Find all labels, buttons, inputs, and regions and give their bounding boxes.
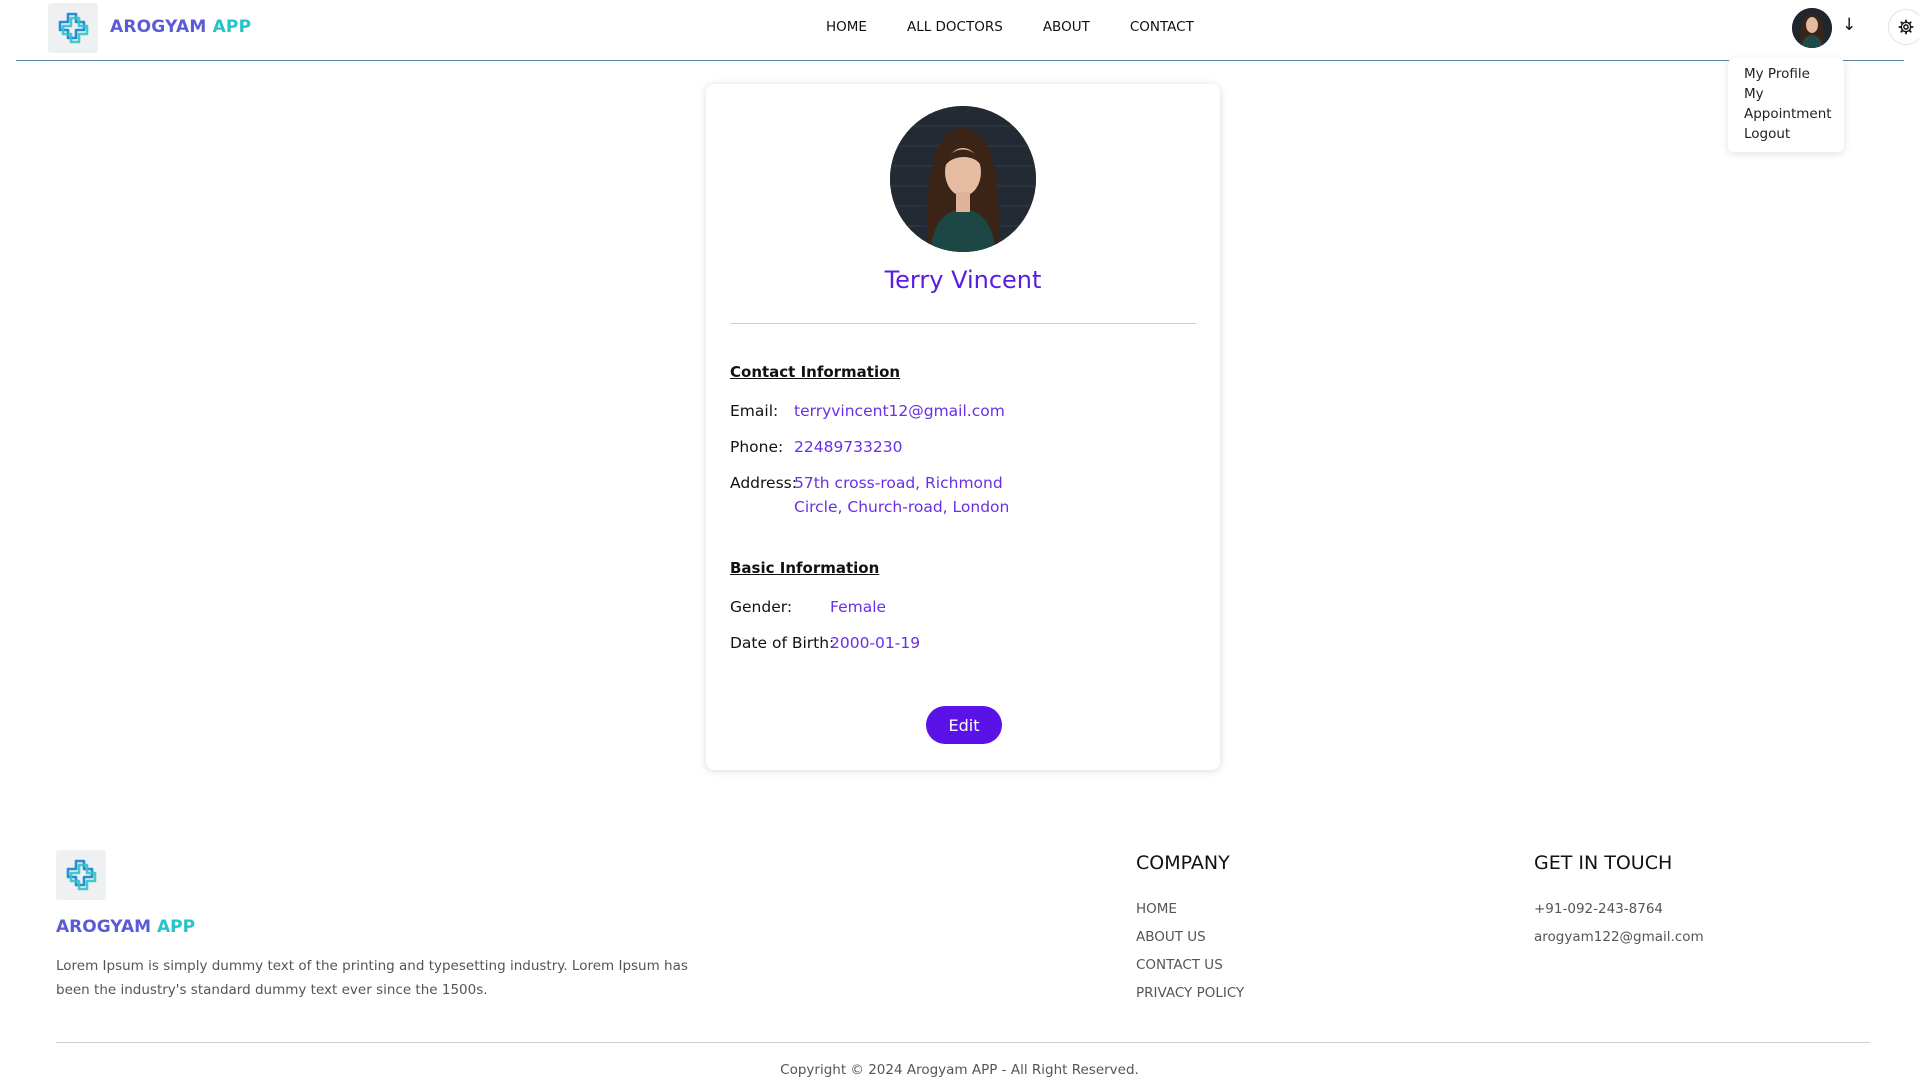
phone-label: Phone:: [730, 438, 784, 456]
phone-value: 22489733230: [794, 438, 903, 456]
footer-email: arogyam122@gmail.com: [1534, 929, 1704, 945]
basic-information-heading: Basic Information: [730, 559, 880, 577]
menu-item-my-profile[interactable]: My Profile: [1744, 64, 1844, 84]
footer-logo-icon: [56, 850, 106, 900]
nav-all-doctors[interactable]: ALL DOCTORS: [907, 19, 1003, 35]
profile-card: Terry Vincent Contact Information Email:…: [706, 84, 1220, 770]
profile-dropdown-menu: My Profile My Appointment Logout: [1728, 58, 1844, 152]
footer-divider: [56, 1042, 1870, 1043]
menu-item-my-appointment[interactable]: My: [1744, 84, 1844, 104]
nav-about[interactable]: ABOUT: [1043, 19, 1090, 35]
nav-home[interactable]: HOME: [826, 19, 867, 35]
top-navbar: AROGYAM APP HOME ALL DOCTORS ABOUT CONTA…: [16, 0, 1919, 61]
settings-button[interactable]: [1888, 9, 1919, 45]
footer-link-about-us[interactable]: ABOUT US: [1136, 929, 1206, 945]
edit-button[interactable]: Edit: [926, 706, 1002, 744]
gender-value: Female: [830, 598, 887, 616]
address-line1: 57th cross-road, Richmond: [794, 474, 1003, 492]
profile-photo: [890, 106, 1036, 252]
dob-label: Date of Birth:: [730, 634, 835, 652]
footer-link-contact-us[interactable]: CONTACT US: [1136, 957, 1223, 973]
contact-information-heading: Contact Information: [730, 363, 901, 381]
copyright-text: Copyright © 2024 Arogyam APP - All Right…: [780, 1062, 1139, 1078]
brand-name[interactable]: AROGYAM APP: [110, 17, 251, 37]
main-nav: HOME ALL DOCTORS ABOUT CONTACT: [826, 19, 1194, 35]
footer-phone: +91-092-243-8764: [1534, 901, 1663, 917]
email-value: terryvincent12@gmail.com: [794, 402, 1005, 420]
address-label: Address:: [730, 474, 797, 492]
footer-brand-part2: APP: [156, 917, 196, 937]
app-logo-icon[interactable]: [48, 3, 98, 53]
email-label: Email:: [730, 402, 779, 420]
brand-name-part2: APP: [212, 17, 252, 37]
footer-link-home[interactable]: HOME: [1136, 901, 1177, 917]
footer-brand-name: AROGYAM APP: [56, 917, 195, 937]
dob-value: 2000-01-19: [830, 634, 921, 652]
menu-item-logout[interactable]: Logout: [1744, 124, 1844, 144]
nav-contact[interactable]: CONTACT: [1130, 19, 1194, 35]
get-in-touch-heading: GET IN TOUCH: [1534, 852, 1673, 874]
user-avatar[interactable]: [1792, 8, 1832, 48]
brand-name-part1: AROGYAM: [110, 17, 207, 37]
arrow-down-icon[interactable]: ↓: [1842, 15, 1856, 35]
footer-description: Lorem Ipsum is simply dummy text of the …: [56, 958, 688, 998]
gender-label: Gender:: [730, 598, 793, 616]
address-line2: Circle, Church-road, London: [794, 498, 1010, 516]
company-heading: COMPANY: [1136, 852, 1230, 874]
menu-item-my-appointment-cont[interactable]: Appointment: [1744, 104, 1844, 124]
profile-name: Terry Vincent: [884, 266, 1042, 294]
footer-link-privacy-policy[interactable]: PRIVACY POLICY: [1136, 985, 1244, 1001]
divider: [730, 323, 1196, 324]
gear-icon: [1898, 19, 1914, 35]
footer-brand-part1: AROGYAM: [56, 917, 152, 937]
